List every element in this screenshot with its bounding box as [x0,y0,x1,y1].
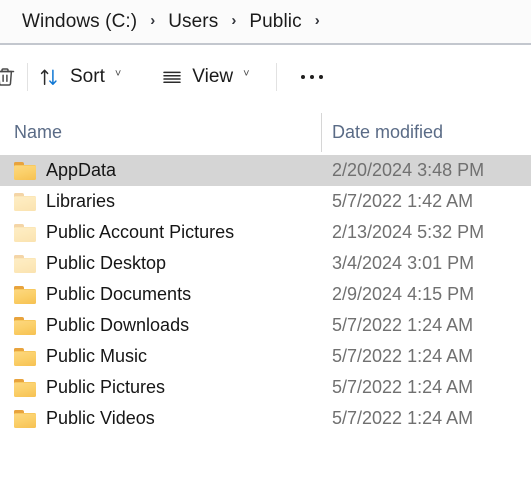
file-date-modified-label: 5/7/2022 1:24 AM [332,315,474,335]
file-row[interactable]: Public Account Pictures 2/13/2024 5:32 PM [0,217,531,248]
file-name-label: Public Music [46,346,148,366]
breadcrumb: Windows (C:) › Users › Public › [0,0,531,45]
list-lines-icon [161,66,183,88]
file-row[interactable]: Public Pictures 5/7/2022 1:24 AM [0,372,531,403]
folder-icon [14,192,36,211]
file-row-name-cell: Public Videos [0,408,321,429]
breadcrumb-separator-icon: › [231,12,237,29]
folder-icon [14,161,36,180]
see-more-button[interactable] [287,57,337,97]
folder-icon [14,378,36,397]
view-button[interactable]: View ˅ [150,57,260,97]
file-date-modified-label: 3/4/2024 3:01 PM [332,253,475,273]
toolbar-separator [275,63,277,91]
file-row[interactable]: Public Music 5/7/2022 1:24 AM [0,341,531,372]
file-date-modified-label: 5/7/2022 1:42 AM [332,191,474,211]
file-name-label: Libraries [46,191,116,211]
view-button-label: View [192,66,234,87]
file-date-modified-label: 2/13/2024 5:32 PM [332,222,485,242]
file-row-name-cell: Public Downloads [0,315,321,336]
file-name-label: AppData [46,160,117,180]
file-row-name-cell: Public Documents [0,284,321,305]
file-name-label: Public Documents [46,284,192,304]
ellipsis-icon [309,75,314,79]
file-list[interactable]: AppData 2/20/2024 3:48 PM Libraries 5/7/202… [0,155,531,503]
trash-icon [0,63,19,91]
delete-button[interactable] [0,63,27,91]
folder-icon [14,316,36,335]
folder-icon [14,285,36,304]
breadcrumb-item-windows-c[interactable]: Windows (C:) [22,11,137,33]
chevron-down-icon: ˅ [114,68,122,80]
column-header-date-modified[interactable]: Date modified [321,122,531,143]
file-row[interactable]: AppData 2/20/2024 3:48 PM [0,155,531,186]
command-bar: Sort ˅ View ˅ [0,45,531,109]
column-header-name[interactable]: Name [0,122,321,143]
file-name-label: Public Desktop [46,253,167,273]
sort-button[interactable]: Sort ˅ [28,57,132,97]
file-row[interactable]: Public Downloads 5/7/2022 1:24 AM [0,310,531,341]
file-row-name-cell: Libraries [0,191,321,212]
breadcrumb-item-users[interactable]: Users [168,11,218,33]
folder-icon [14,409,36,428]
breadcrumb-chevron-right-icon[interactable]: › [315,13,320,28]
file-date-modified-label: 5/7/2022 1:24 AM [332,377,474,397]
file-name-label: Public Account Pictures [46,222,235,242]
file-name-label: Public Downloads [46,315,190,335]
chevron-down-icon: ˅ [243,68,250,80]
breadcrumb-item-public[interactable]: Public [249,11,301,33]
file-row-name-cell: Public Pictures [0,377,321,398]
file-row-name-cell: Public Account Pictures [0,222,321,243]
file-date-modified-label: 2/20/2024 3:48 PM [332,160,485,180]
folder-icon [14,254,36,273]
file-row[interactable]: Public Videos 5/7/2022 1:24 AM [0,403,531,434]
file-date-modified-label: 5/7/2022 1:24 AM [332,346,474,366]
file-date-modified-label: 2/9/2024 4:15 PM [332,284,475,304]
file-row[interactable]: Public Desktop 3/4/2024 3:01 PM [0,248,531,279]
file-row[interactable]: Libraries 5/7/2022 1:42 AM [0,186,531,217]
folder-icon [14,223,36,242]
breadcrumb-separator-icon: › [150,12,156,29]
file-name-label: Public Videos [46,408,155,428]
file-row[interactable]: Public Documents 2/9/2024 4:15 PM [0,279,531,310]
column-header-row: Name Date modified [0,109,531,155]
file-explorer-window: Windows (C:) › Users › Public › Sort ˅ V… [0,0,531,503]
file-row-name-cell: Public Music [0,346,321,367]
ellipsis-icon [318,75,323,79]
ellipsis-icon [300,75,305,79]
sort-arrows-icon [39,66,61,88]
sort-button-label: Sort [70,66,105,87]
folder-icon [14,347,36,366]
file-row-name-cell: Public Desktop [0,253,321,274]
file-row-name-cell: AppData [0,160,321,181]
file-name-label: Public Pictures [46,377,166,397]
column-divider[interactable] [321,113,322,152]
file-date-modified-label: 5/7/2022 1:24 AM [332,408,474,428]
